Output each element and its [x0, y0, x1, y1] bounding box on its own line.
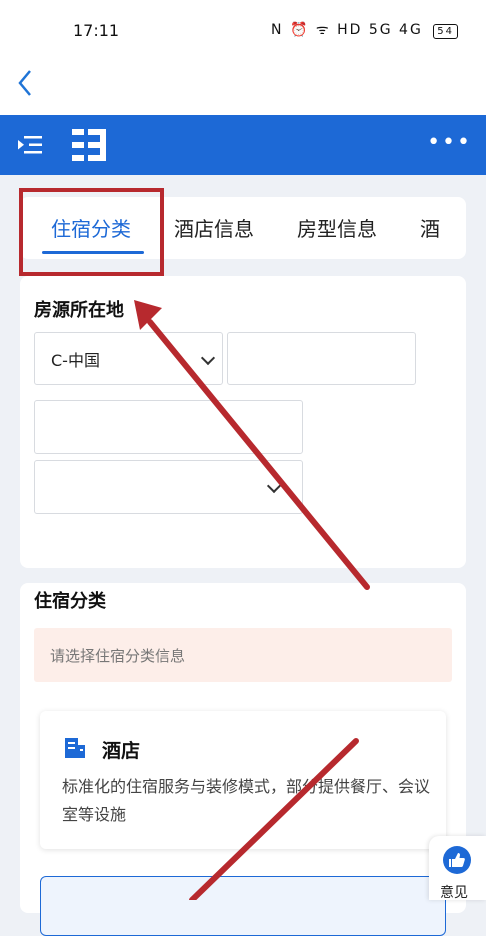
category-title: 住宿分类 — [34, 591, 106, 612]
category-card: 住宿分类 请选择住宿分类信息 酒店 标准化的住宿服务与装修模式，部分提供餐厅、会… — [20, 583, 466, 936]
feedback-label: 意见 — [440, 885, 468, 901]
location-title: 房源所在地 — [34, 300, 124, 321]
hotel-building-icon — [65, 738, 85, 758]
chevron-down-icon — [266, 478, 282, 494]
hotel-option-description: 标准化的住宿服务与装修模式，部分提供餐厅、会议室等设施 — [62, 777, 431, 824]
city-field[interactable] — [34, 400, 303, 454]
tab-hotel-info[interactable]: 酒店信息 — [174, 213, 254, 242]
location-card: 房源所在地 C-中国 — [20, 276, 466, 568]
more-button[interactable]: ••• — [427, 132, 472, 154]
hotel-option-card[interactable]: 酒店 标准化的住宿服务与装修模式，部分提供餐厅、会议室等设施 — [40, 711, 446, 849]
thumbs-up-icon — [443, 846, 471, 874]
status-icons: N ⏰ ᯤ HD 5G 4G 54 — [271, 20, 458, 39]
status-indicator-icons: N ⏰ ᯤ HD 5G 4G — [271, 22, 423, 38]
selected-option-card[interactable] — [40, 876, 446, 936]
feedback-button[interactable]: 意见 — [429, 836, 486, 901]
tab-more-truncated[interactable]: 酒 — [420, 213, 440, 242]
status-time: 17:11 — [73, 21, 120, 40]
tab-room-info[interactable]: 房型信息 — [297, 213, 377, 242]
chevron-left-icon — [18, 70, 31, 96]
top-nav — [0, 60, 486, 115]
app-logo-icon — [72, 129, 106, 161]
category-notice: 请选择住宿分类信息 — [34, 628, 452, 682]
back-button[interactable] — [16, 68, 34, 104]
status-bar: 17:11 N ⏰ ᯤ HD 5G 4G 54 — [0, 0, 486, 60]
hotel-option-title: 酒店 — [102, 740, 141, 762]
chevron-down-icon — [200, 350, 216, 366]
annotation-highlight-box — [19, 188, 164, 276]
app-header: ••• — [0, 115, 486, 175]
province-select[interactable] — [227, 332, 416, 385]
battery-icon: 54 — [433, 24, 458, 39]
district-select[interactable] — [34, 460, 303, 514]
country-select[interactable]: C-中国 — [34, 332, 223, 385]
country-value: C-中国 — [51, 351, 100, 370]
menu-indent-icon[interactable] — [18, 134, 42, 156]
notice-text: 请选择住宿分类信息 — [50, 647, 186, 665]
